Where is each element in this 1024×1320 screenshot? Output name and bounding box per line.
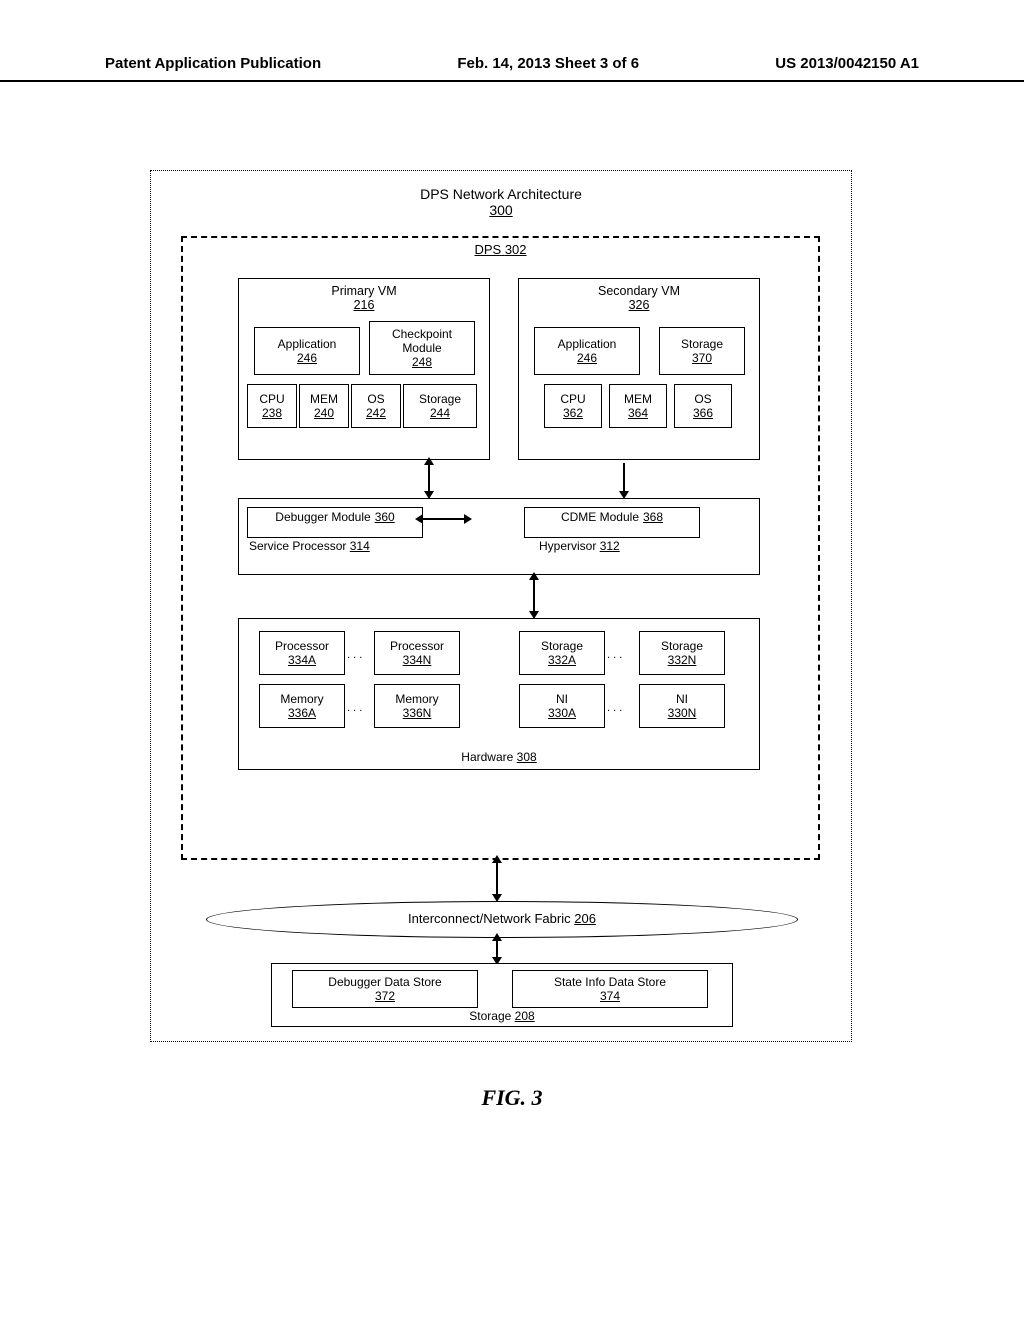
hypervisor-label: Hypervisor 312 (539, 539, 620, 553)
processor-a: Processor334A (259, 631, 345, 675)
primary-cpu: CPU238 (247, 384, 297, 428)
hypervisor: Debugger Module 360 Service Processor 31… (238, 498, 760, 575)
primary-vm: Primary VM 216 Application 246 Checkpoin… (238, 278, 490, 460)
secondary-cpu: CPU362 (544, 384, 602, 428)
primary-vm-title: Primary VM 216 (239, 284, 489, 312)
debugger-module: Debugger Module 360 (247, 507, 423, 538)
hardware: Processor334A . . . Processor334N Storag… (238, 618, 760, 770)
header-center: Feb. 14, 2013 Sheet 3 of 6 (457, 55, 639, 72)
memory-n: Memory336N (374, 684, 460, 728)
cdme-module: CDME Module 368 (524, 507, 700, 538)
storage-label: Storage 208 (272, 1009, 732, 1023)
diagram: DPS Network Architecture 300 DPS 302 Pri… (150, 170, 850, 1070)
arch-title: DPS Network Architecture 300 (151, 186, 851, 218)
checkpoint-module: Checkpoint Module 248 (369, 321, 475, 375)
storage-bottom: Debugger Data Store 372 State Info Data … (271, 963, 733, 1027)
processor-n: Processor334N (374, 631, 460, 675)
ni-n: NI330N (639, 684, 725, 728)
primary-storage: Storage244 (403, 384, 477, 428)
debugger-data-store: Debugger Data Store 372 (292, 970, 478, 1008)
hardware-label: Hardware 308 (239, 750, 759, 764)
primary-mem: MEM240 (299, 384, 349, 428)
page-header: Patent Application Publication Feb. 14, … (0, 55, 1024, 82)
primary-application: Application 246 (254, 327, 360, 375)
dps-network-architecture: DPS Network Architecture 300 DPS 302 Pri… (150, 170, 852, 1042)
network-fabric: Interconnect/Network Fabric 206 (206, 901, 798, 938)
ni-a: NI330A (519, 684, 605, 728)
secondary-storage: Storage 370 (659, 327, 745, 375)
storage-a: Storage332A (519, 631, 605, 675)
arrow-secondary-hypervisor (623, 463, 625, 493)
header-right: US 2013/0042150 A1 (775, 55, 919, 72)
secondary-vm-title: Secondary VM 326 (519, 284, 759, 312)
primary-os: OS242 (351, 384, 401, 428)
header-left: Patent Application Publication (105, 55, 321, 72)
arrow-primary-hypervisor (428, 463, 430, 493)
storage-n: Storage332N (639, 631, 725, 675)
arrow-fabric-storage (496, 939, 498, 959)
secondary-mem: MEM364 (609, 384, 667, 428)
secondary-application: Application 246 (534, 327, 640, 375)
figure-label: FIG. 3 (0, 1085, 1024, 1111)
arrow-debugger-cdme (421, 518, 466, 520)
secondary-vm: Secondary VM 326 Application 246 Storage… (518, 278, 760, 460)
arrow-dps-fabric (496, 861, 498, 896)
arrow-hypervisor-hardware (533, 578, 535, 613)
memory-a: Memory336A (259, 684, 345, 728)
service-processor: Service Processor 314 (249, 539, 370, 553)
state-info-data-store: State Info Data Store 374 (512, 970, 708, 1008)
dps-title: DPS 302 (183, 242, 818, 257)
secondary-os: OS366 (674, 384, 732, 428)
dps-box: DPS 302 Primary VM 216 Application 246 C… (181, 236, 820, 860)
